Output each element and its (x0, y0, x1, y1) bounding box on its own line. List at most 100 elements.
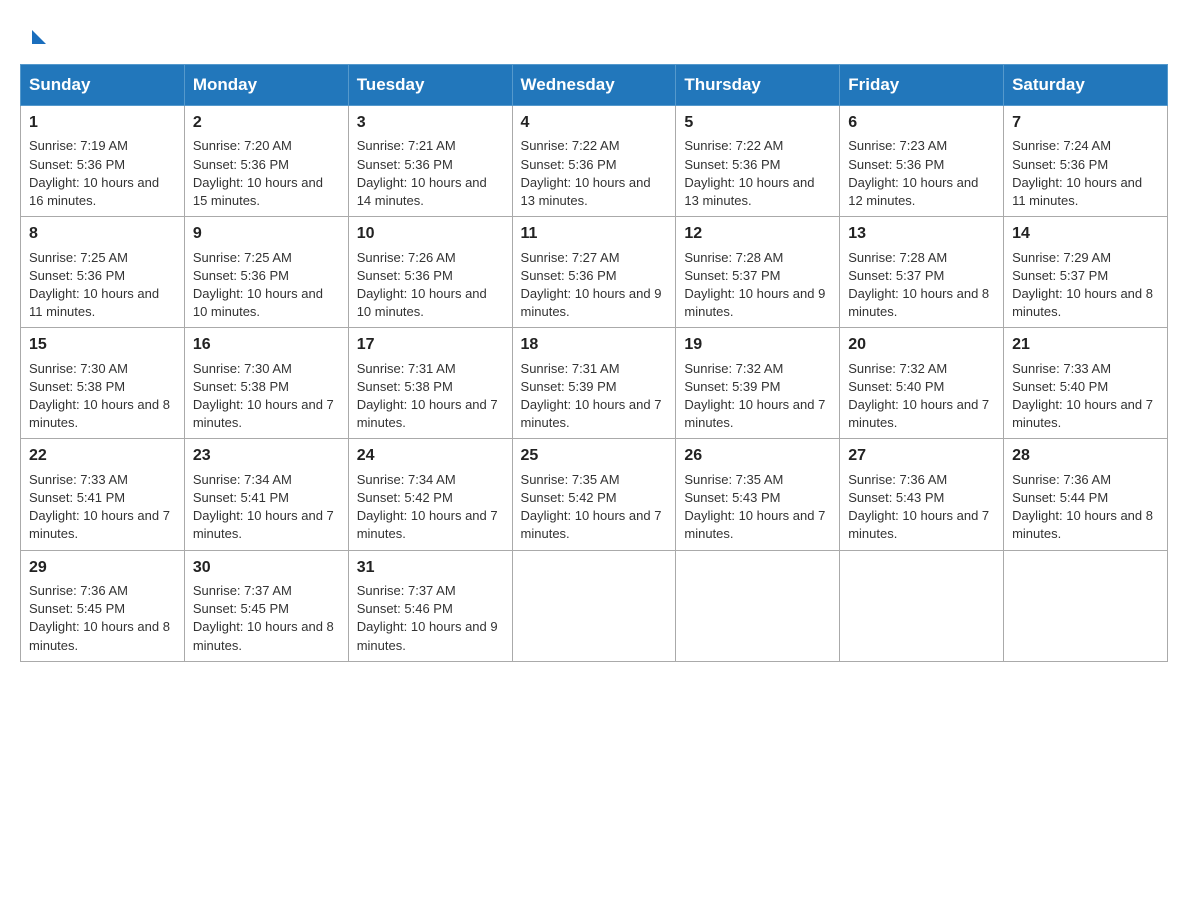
calendar-table: SundayMondayTuesdayWednesdayThursdayFrid… (20, 64, 1168, 662)
day-number: 5 (684, 112, 831, 134)
day-info: Sunrise: 7:32 AMSunset: 5:40 PMDaylight:… (848, 361, 989, 431)
weekday-header-row: SundayMondayTuesdayWednesdayThursdayFrid… (21, 65, 1168, 106)
day-number: 2 (193, 112, 340, 134)
calendar-cell: 24Sunrise: 7:34 AMSunset: 5:42 PMDayligh… (348, 439, 512, 550)
day-info: Sunrise: 7:25 AMSunset: 5:36 PMDaylight:… (29, 250, 159, 320)
day-number: 25 (521, 445, 668, 467)
day-info: Sunrise: 7:33 AMSunset: 5:41 PMDaylight:… (29, 472, 170, 542)
day-info: Sunrise: 7:19 AMSunset: 5:36 PMDaylight:… (29, 138, 159, 208)
day-number: 13 (848, 223, 995, 245)
day-number: 20 (848, 334, 995, 356)
day-info: Sunrise: 7:22 AMSunset: 5:36 PMDaylight:… (684, 138, 814, 208)
calendar-cell: 23Sunrise: 7:34 AMSunset: 5:41 PMDayligh… (184, 439, 348, 550)
day-number: 21 (1012, 334, 1159, 356)
day-number: 3 (357, 112, 504, 134)
calendar-cell: 14 Sunrise: 7:29 AMSunset: 5:37 PMDayligh… (1004, 217, 1168, 328)
calendar-week-row: 15 Sunrise: 7:30 AMSunset: 5:38 PMDayligh… (21, 328, 1168, 439)
day-info: Sunrise: 7:33 AMSunset: 5:40 PMDaylight:… (1012, 361, 1153, 431)
day-info: Sunrise: 7:30 AMSunset: 5:38 PMDaylight:… (29, 361, 170, 431)
day-number: 8 (29, 223, 176, 245)
calendar-cell: 29Sunrise: 7:36 AMSunset: 5:45 PMDayligh… (21, 550, 185, 661)
calendar-cell: 30 Sunrise: 7:37 AMSunset: 5:45 PMDayligh… (184, 550, 348, 661)
day-number: 27 (848, 445, 995, 467)
day-info: Sunrise: 7:28 AMSunset: 5:37 PMDaylight:… (848, 250, 989, 320)
calendar-cell: 28Sunrise: 7:36 AMSunset: 5:44 PMDayligh… (1004, 439, 1168, 550)
calendar-cell: 22Sunrise: 7:33 AMSunset: 5:41 PMDayligh… (21, 439, 185, 550)
day-number: 29 (29, 557, 176, 579)
page-header (20, 20, 1168, 46)
weekday-header-thursday: Thursday (676, 65, 840, 106)
calendar-cell: 19 Sunrise: 7:32 AMSunset: 5:39 PMDayligh… (676, 328, 840, 439)
calendar-cell: 5 Sunrise: 7:22 AMSunset: 5:36 PMDaylight… (676, 106, 840, 217)
day-info: Sunrise: 7:37 AMSunset: 5:45 PMDaylight:… (193, 583, 334, 653)
day-info: Sunrise: 7:34 AMSunset: 5:42 PMDaylight:… (357, 472, 498, 542)
day-number: 1 (29, 112, 176, 134)
calendar-cell: 2 Sunrise: 7:20 AMSunset: 5:36 PMDaylight… (184, 106, 348, 217)
day-number: 26 (684, 445, 831, 467)
day-number: 18 (521, 334, 668, 356)
calendar-week-row: 29Sunrise: 7:36 AMSunset: 5:45 PMDayligh… (21, 550, 1168, 661)
day-info: Sunrise: 7:28 AMSunset: 5:37 PMDaylight:… (684, 250, 825, 320)
day-number: 30 (193, 557, 340, 579)
day-number: 16 (193, 334, 340, 356)
day-info: Sunrise: 7:37 AMSunset: 5:46 PMDaylight:… (357, 583, 498, 653)
weekday-header-monday: Monday (184, 65, 348, 106)
day-info: Sunrise: 7:31 AMSunset: 5:39 PMDaylight:… (521, 361, 662, 431)
day-info: Sunrise: 7:20 AMSunset: 5:36 PMDaylight:… (193, 138, 323, 208)
calendar-cell: 8 Sunrise: 7:25 AMSunset: 5:36 PMDaylight… (21, 217, 185, 328)
day-info: Sunrise: 7:30 AMSunset: 5:38 PMDaylight:… (193, 361, 334, 431)
day-info: Sunrise: 7:36 AMSunset: 5:44 PMDaylight:… (1012, 472, 1153, 542)
day-number: 9 (193, 223, 340, 245)
calendar-week-row: 1 Sunrise: 7:19 AMSunset: 5:36 PMDaylight… (21, 106, 1168, 217)
day-info: Sunrise: 7:23 AMSunset: 5:36 PMDaylight:… (848, 138, 978, 208)
day-info: Sunrise: 7:21 AMSunset: 5:36 PMDaylight:… (357, 138, 487, 208)
day-number: 31 (357, 557, 504, 579)
day-number: 15 (29, 334, 176, 356)
day-number: 19 (684, 334, 831, 356)
day-info: Sunrise: 7:34 AMSunset: 5:41 PMDaylight:… (193, 472, 334, 542)
calendar-cell: 26 Sunrise: 7:35 AMSunset: 5:43 PMDayligh… (676, 439, 840, 550)
day-info: Sunrise: 7:22 AMSunset: 5:36 PMDaylight:… (521, 138, 651, 208)
logo (30, 30, 46, 46)
calendar-week-row: 22Sunrise: 7:33 AMSunset: 5:41 PMDayligh… (21, 439, 1168, 550)
calendar-cell: 18 Sunrise: 7:31 AMSunset: 5:39 PMDayligh… (512, 328, 676, 439)
day-number: 4 (521, 112, 668, 134)
calendar-cell: 27 Sunrise: 7:36 AMSunset: 5:43 PMDayligh… (840, 439, 1004, 550)
calendar-cell: 15 Sunrise: 7:30 AMSunset: 5:38 PMDayligh… (21, 328, 185, 439)
calendar-cell: 31 Sunrise: 7:37 AMSunset: 5:46 PMDayligh… (348, 550, 512, 661)
calendar-cell: 21 Sunrise: 7:33 AMSunset: 5:40 PMDayligh… (1004, 328, 1168, 439)
calendar-cell: 6 Sunrise: 7:23 AMSunset: 5:36 PMDaylight… (840, 106, 1004, 217)
calendar-cell: 20 Sunrise: 7:32 AMSunset: 5:40 PMDayligh… (840, 328, 1004, 439)
calendar-cell: 10Sunrise: 7:26 AMSunset: 5:36 PMDayligh… (348, 217, 512, 328)
day-info: Sunrise: 7:24 AMSunset: 5:36 PMDaylight:… (1012, 138, 1142, 208)
calendar-cell: 12 Sunrise: 7:28 AMSunset: 5:37 PMDayligh… (676, 217, 840, 328)
day-number: 7 (1012, 112, 1159, 134)
day-number: 17 (357, 334, 504, 356)
weekday-header-wednesday: Wednesday (512, 65, 676, 106)
day-info: Sunrise: 7:32 AMSunset: 5:39 PMDaylight:… (684, 361, 825, 431)
calendar-cell (676, 550, 840, 661)
weekday-header-sunday: Sunday (21, 65, 185, 106)
calendar-cell: 4 Sunrise: 7:22 AMSunset: 5:36 PMDaylight… (512, 106, 676, 217)
calendar-cell: 1 Sunrise: 7:19 AMSunset: 5:36 PMDaylight… (21, 106, 185, 217)
day-number: 12 (684, 223, 831, 245)
day-info: Sunrise: 7:31 AMSunset: 5:38 PMDaylight:… (357, 361, 498, 431)
day-info: Sunrise: 7:36 AMSunset: 5:43 PMDaylight:… (848, 472, 989, 542)
calendar-cell: 16 Sunrise: 7:30 AMSunset: 5:38 PMDayligh… (184, 328, 348, 439)
day-info: Sunrise: 7:35 AMSunset: 5:43 PMDaylight:… (684, 472, 825, 542)
weekday-header-friday: Friday (840, 65, 1004, 106)
day-info: Sunrise: 7:27 AMSunset: 5:36 PMDaylight:… (521, 250, 662, 320)
calendar-cell: 11 Sunrise: 7:27 AMSunset: 5:36 PMDayligh… (512, 217, 676, 328)
calendar-cell (1004, 550, 1168, 661)
day-info: Sunrise: 7:25 AMSunset: 5:36 PMDaylight:… (193, 250, 323, 320)
calendar-cell: 17 Sunrise: 7:31 AMSunset: 5:38 PMDayligh… (348, 328, 512, 439)
calendar-cell: 7 Sunrise: 7:24 AMSunset: 5:36 PMDaylight… (1004, 106, 1168, 217)
logo-arrow-icon (32, 30, 46, 44)
weekday-header-tuesday: Tuesday (348, 65, 512, 106)
day-number: 11 (521, 223, 668, 245)
day-number: 6 (848, 112, 995, 134)
day-number: 14 (1012, 223, 1159, 245)
day-info: Sunrise: 7:29 AMSunset: 5:37 PMDaylight:… (1012, 250, 1153, 320)
day-number: 10 (357, 223, 504, 245)
calendar-cell: 13 Sunrise: 7:28 AMSunset: 5:37 PMDayligh… (840, 217, 1004, 328)
